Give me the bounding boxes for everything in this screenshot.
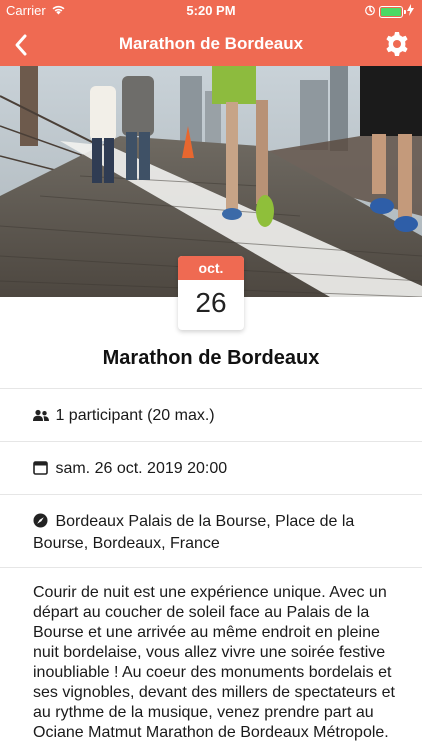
users-icon (33, 408, 51, 428)
nav-bar: Marathon de Bordeaux (0, 22, 422, 66)
compass-icon (33, 513, 51, 534)
status-bar: Carrier 5:20 PM (0, 0, 422, 22)
status-time: 5:20 PM (186, 3, 236, 18)
datetime-row[interactable]: sam. 26 oct. 2019 20:00 (33, 459, 402, 481)
charging-icon (407, 4, 414, 19)
datetime-text: sam. 26 oct. 2019 20:00 (55, 460, 228, 477)
participants-row[interactable]: 1 participant (20 max.) (33, 406, 402, 428)
alarm-icon (365, 4, 375, 19)
date-month: oct. (178, 256, 244, 280)
gear-icon[interactable] (384, 31, 410, 57)
location-row[interactable]: Bordeaux Palais de la Bourse, Place de l… (33, 512, 402, 554)
divider (0, 567, 422, 568)
nav-title: Marathon de Bordeaux (118, 34, 304, 53)
battery-icon (379, 5, 406, 18)
date-day: 26 (195, 287, 227, 318)
event-title: Marathon de Bordeaux (102, 347, 320, 369)
location-text: Bordeaux Palais de la Bourse, Place de l… (33, 513, 355, 552)
event-description: Courir de nuit est une expérience unique… (33, 584, 395, 741)
divider (0, 441, 422, 442)
participants-text: 1 participant (20 max.) (55, 407, 215, 424)
divider (0, 388, 422, 389)
chevron-left-icon[interactable] (8, 30, 38, 60)
date-badge: oct. 26 (178, 256, 244, 330)
status-right (365, 4, 414, 19)
divider (0, 494, 422, 495)
battery-level (381, 7, 401, 16)
calendar-icon (33, 460, 51, 481)
